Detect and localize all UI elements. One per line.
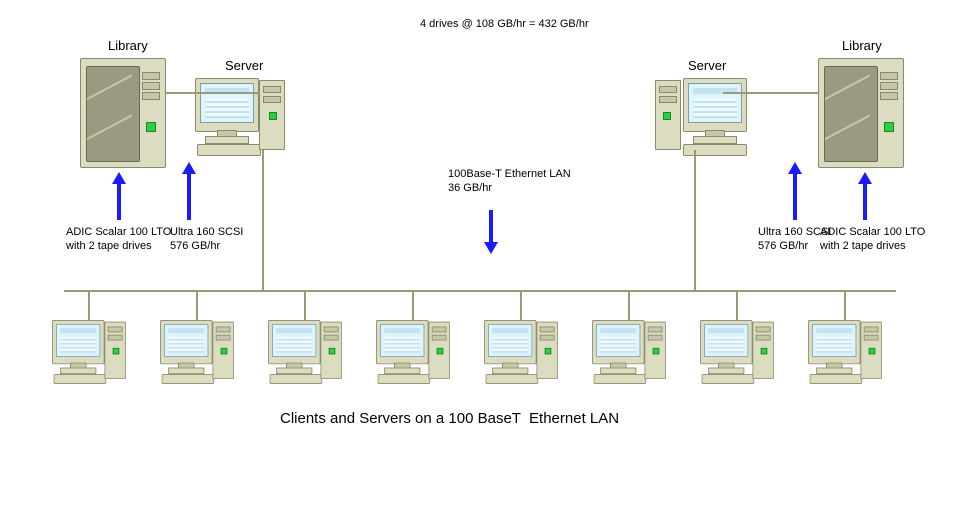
right-scsi-link <box>723 92 818 94</box>
lan-backbone <box>64 290 896 292</box>
client-drop <box>520 290 522 320</box>
client-drop <box>304 290 306 320</box>
client-drop <box>628 290 630 320</box>
client-drop <box>844 290 846 320</box>
top-throughput-note: 4 drives @ 108 GB/hr = 432 GB/hr <box>420 18 589 32</box>
right-library-title: Library <box>842 38 882 54</box>
left-scsi-caption: Ultra 160 SCSI 576 GB/hr <box>170 226 243 254</box>
left-library-arrow-icon <box>112 172 126 220</box>
client-computer-icon <box>808 320 882 389</box>
right-scsi-arrow-icon <box>788 162 802 220</box>
left-server-drop <box>262 150 264 290</box>
right-server-drop <box>694 150 696 290</box>
left-tape-library-icon <box>80 58 166 168</box>
client-drop <box>88 290 90 320</box>
client-drop <box>412 290 414 320</box>
client-computer-icon <box>592 320 666 389</box>
client-computer-icon <box>52 320 126 389</box>
right-tape-library-icon <box>818 58 904 168</box>
left-scsi-link <box>166 92 260 94</box>
lan-caption: 100Base-T Ethernet LAN 36 GB/hr <box>448 168 571 196</box>
lan-arrow-icon <box>484 210 498 254</box>
client-computer-icon <box>268 320 342 389</box>
right-library-caption: ADIC Scalar 100 LTO with 2 tape drives <box>820 226 925 254</box>
right-library-arrow-icon <box>858 172 872 220</box>
client-computer-icon <box>160 320 234 389</box>
client-drop <box>196 290 198 320</box>
diagram-canvas: 4 drives @ 108 GB/hr = 432 GB/hr Library… <box>0 0 954 528</box>
left-server-icon <box>195 78 285 162</box>
left-server-title: Server <box>225 58 263 74</box>
left-library-title: Library <box>108 38 148 54</box>
diagram-caption: Clients and Servers on a 100 BaseT Ether… <box>280 410 619 429</box>
client-computer-icon <box>700 320 774 389</box>
client-drop <box>736 290 738 320</box>
right-scsi-caption: Ultra 160 SCSI 576 GB/hr <box>758 226 831 254</box>
right-server-icon <box>655 78 745 162</box>
client-computer-icon <box>484 320 558 389</box>
client-computer-icon <box>376 320 450 389</box>
left-library-caption: ADIC Scalar 100 LTO with 2 tape drives <box>66 226 171 254</box>
left-scsi-arrow-icon <box>182 162 196 220</box>
right-server-title: Server <box>688 58 726 74</box>
